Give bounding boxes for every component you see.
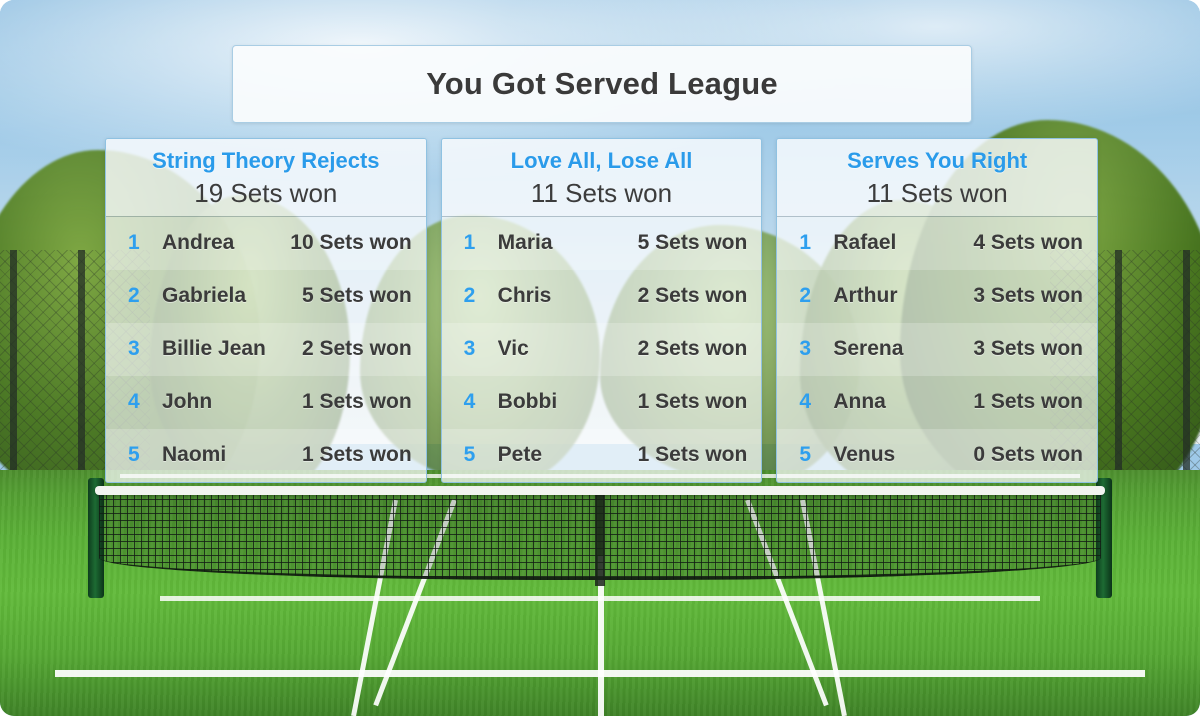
player-name: Naomi bbox=[162, 443, 227, 467]
player-name: Billie Jean bbox=[162, 337, 266, 361]
player-rank: 1 bbox=[463, 231, 476, 255]
player-score: 2 Sets won bbox=[637, 284, 748, 308]
player-rank: 4 bbox=[799, 390, 812, 414]
leaderboard-stage: You Got Served League String Theory Reje… bbox=[0, 0, 1200, 716]
player-rows: 1 Maria 5 Sets won 2 Chris 2 Sets won 3 … bbox=[441, 216, 762, 482]
player-name: Rafael bbox=[833, 231, 897, 255]
player-score: 2 Sets won bbox=[637, 337, 748, 361]
player-rank: 5 bbox=[463, 443, 476, 467]
player-rank: 3 bbox=[799, 337, 812, 361]
player-rank: 1 bbox=[799, 231, 812, 255]
team-name: Serves You Right bbox=[847, 148, 1028, 173]
player-score: 3 Sets won bbox=[973, 284, 1084, 308]
player-name: Pete bbox=[497, 443, 543, 467]
player-score: 10 Sets won bbox=[290, 231, 412, 255]
player-name: Gabriela bbox=[162, 284, 247, 308]
table-row[interactable]: 5 Venus 0 Sets won bbox=[777, 428, 1098, 482]
team-name: Love All, Lose All bbox=[510, 148, 693, 173]
player-score: 3 Sets won bbox=[973, 337, 1084, 361]
table-row[interactable]: 3 Billie Jean 2 Sets won bbox=[106, 322, 426, 376]
scoreboard-overlay: You Got Served League String Theory Reje… bbox=[0, 0, 1200, 716]
table-row[interactable]: 2 Chris 2 Sets won bbox=[441, 269, 762, 323]
table-row[interactable]: 2 Arthur 3 Sets won bbox=[777, 269, 1098, 323]
player-score: 4 Sets won bbox=[973, 231, 1084, 255]
player-rank: 5 bbox=[128, 443, 140, 467]
league-title-card: You Got Served League bbox=[232, 45, 972, 123]
team-board-header: Serves You Right 11 Sets won bbox=[777, 139, 1098, 216]
team-board-header: Love All, Lose All 11 Sets won bbox=[441, 139, 762, 216]
player-rank: 3 bbox=[463, 337, 476, 361]
player-score: 1 Sets won bbox=[637, 390, 748, 414]
player-score: 5 Sets won bbox=[301, 284, 412, 308]
table-row[interactable]: 5 Naomi 1 Sets won bbox=[106, 428, 426, 482]
player-rows: 1 Rafael 4 Sets won 2 Arthur 3 Sets won … bbox=[777, 216, 1098, 482]
table-row[interactable]: 4 Anna 1 Sets won bbox=[777, 375, 1098, 429]
player-score: 1 Sets won bbox=[301, 390, 412, 414]
table-row[interactable]: 1 Rafael 4 Sets won bbox=[777, 216, 1098, 270]
player-score: 1 Sets won bbox=[973, 390, 1084, 414]
team-total: 19 Sets won bbox=[194, 177, 338, 208]
table-row[interactable]: 3 Vic 2 Sets won bbox=[441, 322, 762, 376]
player-name: Arthur bbox=[833, 284, 898, 308]
player-score: 0 Sets won bbox=[973, 443, 1084, 467]
player-rank: 3 bbox=[128, 337, 140, 361]
team-total: 11 Sets won bbox=[866, 177, 1008, 208]
table-row[interactable]: 4 John 1 Sets won bbox=[106, 375, 426, 429]
player-rank: 4 bbox=[128, 390, 140, 414]
player-name: Anna bbox=[833, 390, 886, 414]
player-rank: 4 bbox=[463, 390, 476, 414]
team-board[interactable]: String Theory Rejects 19 Sets won 1 Andr… bbox=[105, 138, 427, 483]
table-row[interactable]: 5 Pete 1 Sets won bbox=[441, 428, 762, 482]
player-score: 1 Sets won bbox=[301, 443, 412, 467]
player-rank: 2 bbox=[799, 284, 812, 308]
player-name: Chris bbox=[497, 284, 552, 308]
team-board[interactable]: Serves You Right 11 Sets won 1 Rafael 4 … bbox=[776, 138, 1099, 483]
team-name: String Theory Rejects bbox=[152, 148, 380, 173]
team-board-header: String Theory Rejects 19 Sets won bbox=[106, 139, 426, 216]
player-rows: 1 Andrea 10 Sets won 2 Gabriela 5 Sets w… bbox=[106, 216, 426, 482]
table-row[interactable]: 2 Gabriela 5 Sets won bbox=[106, 269, 426, 323]
player-name: Maria bbox=[497, 231, 553, 255]
player-rank: 2 bbox=[128, 284, 140, 308]
player-score: 2 Sets won bbox=[301, 337, 412, 361]
player-score: 1 Sets won bbox=[637, 443, 748, 467]
player-name: John bbox=[162, 390, 213, 414]
player-name: Andrea bbox=[162, 231, 235, 255]
player-rank: 1 bbox=[128, 231, 140, 255]
team-total: 11 Sets won bbox=[530, 177, 673, 208]
player-score: 5 Sets won bbox=[637, 231, 748, 255]
player-name: Vic bbox=[497, 337, 529, 361]
player-name: Serena bbox=[833, 337, 904, 361]
page-title: You Got Served League bbox=[426, 66, 778, 101]
player-rank: 2 bbox=[463, 284, 476, 308]
team-boards: String Theory Rejects 19 Sets won 1 Andr… bbox=[105, 138, 1099, 483]
table-row[interactable]: 1 Maria 5 Sets won bbox=[441, 216, 762, 270]
team-board[interactable]: Love All, Lose All 11 Sets won 1 Maria 5… bbox=[440, 138, 763, 483]
table-row[interactable]: 1 Andrea 10 Sets won bbox=[106, 216, 426, 270]
table-row[interactable]: 4 Bobbi 1 Sets won bbox=[441, 375, 762, 429]
player-rank: 5 bbox=[799, 443, 812, 467]
player-name: Bobbi bbox=[497, 390, 558, 414]
table-row[interactable]: 3 Serena 3 Sets won bbox=[777, 322, 1098, 376]
player-name: Venus bbox=[833, 443, 896, 467]
